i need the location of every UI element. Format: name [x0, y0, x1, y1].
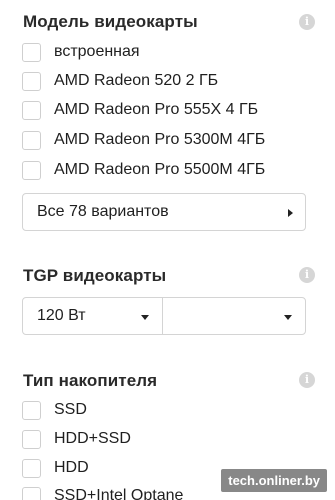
checkbox-option[interactable]: SSD+Intel Optane	[22, 484, 183, 500]
checkbox-option[interactable]: SSD	[22, 398, 87, 422]
checkbox-option[interactable]: AMD Radeon 520 2 ГБ	[22, 69, 218, 93]
checkbox[interactable]	[22, 130, 41, 150]
checkbox-option[interactable]: HDD+SSD	[22, 427, 131, 451]
checkbox-option[interactable]: встроенная	[22, 40, 140, 64]
info-icon[interactable]: i	[299, 14, 315, 30]
tgp-from-select[interactable]: 120 Вт	[22, 297, 163, 335]
info-icon[interactable]: i	[299, 372, 315, 388]
show-all-variants-button[interactable]: Все 78 вариантов	[22, 193, 306, 231]
chevron-right-icon	[288, 209, 293, 217]
tgp-to-select[interactable]	[162, 297, 306, 335]
gpu-tgp-filter: TGP видеокарты i 120 Вт	[0, 255, 335, 345]
checkbox-label: HDD+SSD	[54, 430, 131, 447]
watermark: tech.onliner.by	[221, 469, 327, 492]
tgp-from-value: 120 Вт	[37, 307, 86, 324]
checkbox[interactable]	[22, 429, 41, 449]
show-all-label: Все 78 вариантов	[37, 203, 169, 220]
checkbox[interactable]	[22, 71, 41, 91]
checkbox-label: AMD Radeon 520 2 ГБ	[54, 72, 219, 89]
checkbox-option[interactable]: AMD Radeon Pro 5500M 4ГБ	[22, 158, 265, 182]
checkbox-label: AMD Radeon Pro 5300M 4ГБ	[54, 131, 266, 148]
checkbox-label: HDD	[54, 459, 89, 476]
section-title: Тип накопителя	[23, 371, 158, 390]
info-icon[interactable]: i	[299, 267, 315, 283]
section-title: TGP видеокарты	[23, 266, 167, 285]
checkbox[interactable]	[22, 100, 41, 120]
checkbox[interactable]	[22, 42, 41, 62]
checkbox[interactable]	[22, 160, 41, 180]
checkbox-label: AMD Radeon Pro 5500M 4ГБ	[54, 161, 266, 178]
checkbox-label: встроенная	[54, 43, 140, 60]
caret-down-icon	[284, 315, 292, 320]
checkbox-label: SSD+Intel Optane	[54, 487, 184, 500]
section-title: Модель видеокарты	[23, 12, 198, 31]
checkbox-option[interactable]: AMD Radeon Pro 555X 4 ГБ	[22, 98, 258, 122]
checkbox[interactable]	[22, 400, 41, 420]
checkbox-label: SSD	[54, 401, 87, 418]
caret-down-icon	[141, 315, 149, 320]
gpu-model-filter: Модель видеокарты i встроенная AMD Radeo…	[0, 0, 335, 235]
checkbox[interactable]	[22, 486, 41, 500]
checkbox[interactable]	[22, 458, 41, 478]
checkbox-label: AMD Radeon Pro 555X 4 ГБ	[54, 101, 259, 118]
checkbox-option[interactable]: HDD	[22, 456, 89, 480]
checkbox-option[interactable]: AMD Radeon Pro 5300M 4ГБ	[22, 128, 265, 152]
